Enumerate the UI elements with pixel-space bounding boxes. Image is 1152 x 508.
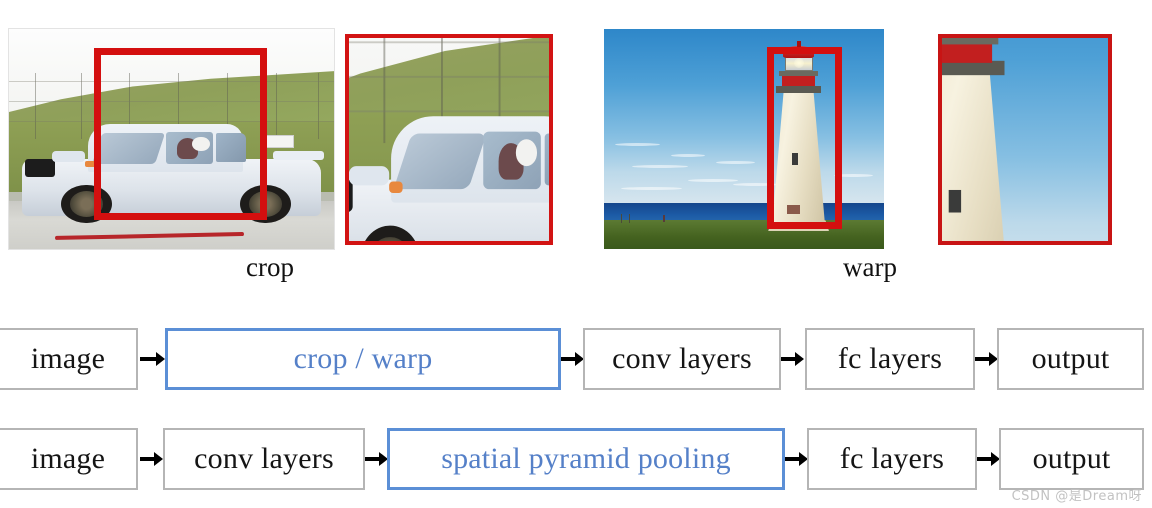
pipeline-row-spp: image conv layers spatial pyramid poolin… bbox=[0, 428, 1152, 490]
grass-foreground bbox=[604, 220, 884, 249]
csdn-watermark: CSDN @是Dream呀 bbox=[1011, 489, 1142, 504]
node-output-row2[interactable]: output bbox=[999, 428, 1144, 490]
node-conv-layers-row2[interactable]: conv layers bbox=[163, 428, 365, 490]
lighthouse-finial bbox=[797, 41, 801, 47]
car-bounding-box bbox=[94, 48, 267, 220]
lighthouse-bounding-box bbox=[767, 47, 842, 229]
node-spatial-pyramid-pooling[interactable]: spatial pyramid pooling bbox=[387, 428, 785, 490]
person-silhouette bbox=[662, 214, 665, 222]
node-fc-layers-row2[interactable]: fc layers bbox=[807, 428, 977, 490]
arrow-icon bbox=[140, 451, 164, 467]
lighthouse-warp-photo bbox=[938, 34, 1112, 245]
car-original-photo bbox=[8, 28, 335, 250]
lighthouse-scene-warped bbox=[942, 38, 1108, 241]
arrow-icon bbox=[140, 351, 166, 367]
node-image-row1[interactable]: image bbox=[0, 328, 138, 390]
pipeline-row-crop-warp: image crop / warp conv layers fc layers … bbox=[0, 328, 1152, 390]
arrow-icon bbox=[977, 451, 1001, 467]
arrow-icon bbox=[365, 451, 389, 467]
arrow-icon bbox=[785, 451, 809, 467]
caption-warp: warp bbox=[843, 252, 897, 282]
arrow-icon bbox=[561, 351, 585, 367]
node-output-row1[interactable]: output bbox=[997, 328, 1144, 390]
arrow-icon bbox=[975, 351, 999, 367]
car-crop-photo bbox=[345, 34, 553, 245]
caption-crop: crop bbox=[246, 252, 294, 282]
lighthouse-original-photo bbox=[604, 29, 884, 249]
photo-row: crop warp bbox=[0, 0, 1152, 295]
arrow-icon bbox=[781, 351, 805, 367]
lighthouse-scene bbox=[604, 29, 884, 249]
node-crop-warp[interactable]: crop / warp bbox=[165, 328, 561, 390]
node-image-row2[interactable]: image bbox=[0, 428, 138, 490]
node-fc-layers-row1[interactable]: fc layers bbox=[805, 328, 975, 390]
car-scene-cropped bbox=[349, 38, 549, 241]
node-conv-layers-row1[interactable]: conv layers bbox=[583, 328, 781, 390]
